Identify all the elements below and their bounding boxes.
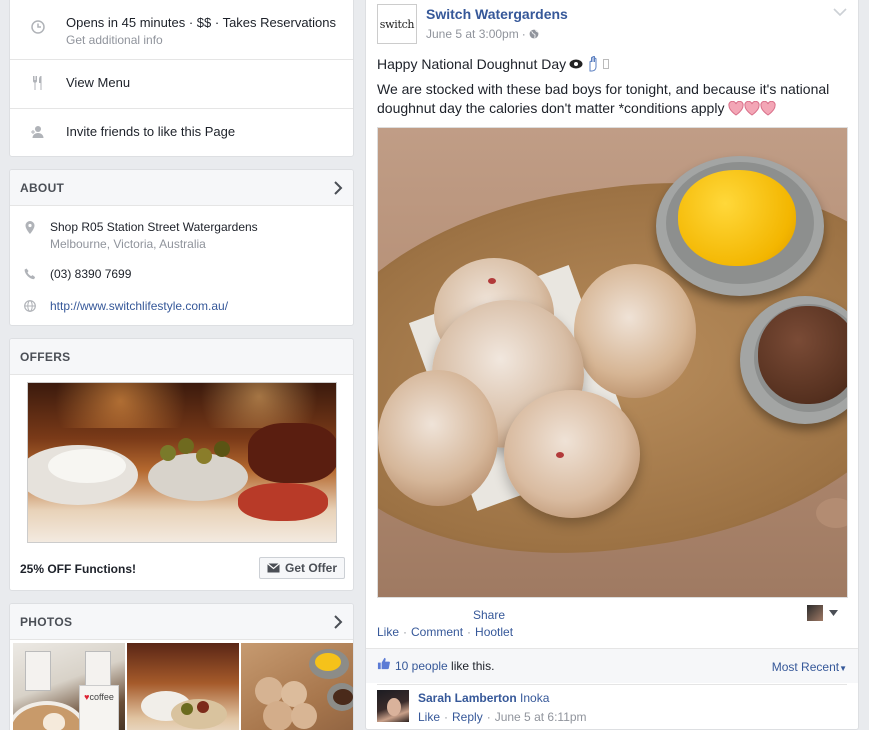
comment-tag-link[interactable]: Inoka bbox=[520, 691, 549, 705]
comment-body: Sarah Lamberton Inoka bbox=[418, 691, 549, 705]
phone-number: (03) 8390 7699 bbox=[50, 267, 132, 281]
post-photo[interactable] bbox=[377, 127, 848, 598]
about-title: ABOUT bbox=[20, 180, 65, 195]
photo-thumbnail[interactable]: ♥coffee bbox=[13, 643, 125, 730]
like-link[interactable]: Like bbox=[377, 625, 399, 639]
missing-glyph-icon bbox=[603, 59, 610, 69]
page-info-card: Opens in 45 minutes · $$ · Takes Reserva… bbox=[9, 0, 354, 157]
likes-count-link[interactable]: 10 people bbox=[395, 659, 448, 673]
sort-comments-dropdown[interactable]: Most Recent▼ bbox=[772, 660, 847, 674]
invite-friends-link[interactable]: Invite friends to like this Page bbox=[66, 124, 235, 139]
fork-knife-icon bbox=[33, 76, 42, 90]
comment-like-link[interactable]: Like bbox=[418, 710, 440, 724]
photo-thumbnail[interactable] bbox=[127, 643, 239, 730]
photos-title: PHOTOS bbox=[20, 614, 73, 629]
clock-icon bbox=[31, 20, 45, 34]
chevron-right-icon[interactable] bbox=[333, 614, 343, 629]
additional-info-link[interactable]: Get additional info bbox=[66, 33, 336, 47]
post-line-2: We are stocked with these bad boys for t… bbox=[377, 80, 847, 118]
offer-image[interactable] bbox=[27, 382, 337, 543]
caret-down-icon bbox=[829, 610, 838, 616]
post-date[interactable]: June 5 at 3:00pm bbox=[426, 27, 519, 41]
invite-row[interactable]: Invite friends to like this Page bbox=[10, 124, 353, 140]
add-friend-icon bbox=[31, 126, 44, 138]
menu-row[interactable]: View Menu bbox=[10, 75, 353, 91]
thumbs-up-icon bbox=[377, 657, 390, 670]
caret-down-icon: ▼ bbox=[839, 664, 847, 673]
eye-emoji-icon bbox=[569, 59, 583, 69]
website-row[interactable]: http://www.switchlifestyle.com.au/ bbox=[10, 299, 353, 313]
post-line-1: Happy National Doughnut Day bbox=[377, 56, 610, 72]
cup-label: ♥coffee bbox=[79, 685, 119, 730]
post-card: switch Switch Watergardens June 5 at 3:0… bbox=[365, 0, 859, 730]
about-card: ABOUT Shop R05 Station Street Watergarde… bbox=[9, 169, 354, 326]
comment-time[interactable]: June 5 at 6:11pm bbox=[495, 710, 587, 724]
offers-title: OFFERS bbox=[20, 349, 71, 364]
likes-bar: 10 people like this. Most Recent▼ bbox=[366, 649, 858, 683]
photos-header[interactable]: PHOTOS bbox=[10, 604, 353, 640]
comment-author-link[interactable]: Sarah Lamberton bbox=[418, 691, 517, 705]
map-pin-icon bbox=[25, 221, 35, 234]
hours-text: Opens in 45 minutes · $$ · Takes Reserva… bbox=[66, 15, 337, 30]
globe-icon bbox=[529, 29, 539, 39]
hours-row[interactable]: Opens in 45 minutes · $$ · Takes Reserva… bbox=[10, 15, 353, 47]
hearts-icon bbox=[728, 101, 776, 116]
phone-icon bbox=[24, 268, 36, 280]
post-line-1-text: Happy National Doughnut Day bbox=[377, 56, 567, 72]
hootlet-link[interactable]: Hootlet bbox=[475, 625, 513, 639]
offer-title: 25% OFF Functions! bbox=[20, 562, 137, 576]
likes-text-rest: like this. bbox=[447, 659, 495, 673]
comment-reply-link[interactable]: Reply bbox=[452, 710, 483, 724]
comment-link[interactable]: Comment bbox=[411, 625, 463, 639]
get-offer-label: Get Offer bbox=[285, 561, 338, 575]
website-link[interactable]: http://www.switchlifestyle.com.au/ bbox=[50, 299, 228, 313]
commenter-avatar[interactable] bbox=[377, 690, 409, 722]
about-header[interactable]: ABOUT bbox=[10, 170, 353, 206]
hand-emoji-icon bbox=[589, 56, 597, 72]
page-avatar[interactable]: switch bbox=[377, 4, 417, 44]
divider bbox=[377, 684, 847, 685]
view-menu-link[interactable]: View Menu bbox=[66, 75, 130, 90]
chevron-right-icon[interactable] bbox=[333, 180, 343, 195]
divider bbox=[10, 59, 353, 60]
phone-row: (03) 8390 7699 bbox=[10, 267, 353, 281]
address-line-2: Melbourne, Victoria, Australia bbox=[50, 237, 206, 251]
sort-label: Most Recent bbox=[771, 660, 840, 674]
globe-icon bbox=[24, 300, 36, 312]
page-name-link[interactable]: Switch Watergardens bbox=[426, 6, 568, 22]
divider bbox=[10, 108, 353, 109]
envelope-icon bbox=[267, 563, 280, 573]
likes-summary: 10 people like this. bbox=[395, 659, 494, 673]
share-link[interactable]: Share bbox=[473, 608, 505, 622]
chevron-down-icon[interactable] bbox=[833, 8, 847, 16]
get-offer-button[interactable]: Get Offer bbox=[259, 557, 346, 579]
address-row: Shop R05 Station Street Watergardens Mel… bbox=[10, 220, 353, 251]
user-avatar-small bbox=[807, 605, 823, 621]
post-as-selector[interactable] bbox=[807, 605, 838, 621]
offers-header: OFFERS bbox=[10, 339, 353, 375]
post-actions: Like · Comment · Hootlet bbox=[377, 625, 514, 639]
post-meta: June 5 at 3:00pm · bbox=[426, 27, 539, 41]
avatar-logo-text: switch bbox=[379, 17, 415, 31]
address-line-1: Shop R05 Station Street Watergardens bbox=[50, 220, 258, 234]
photos-card: PHOTOS ♥coffee bbox=[9, 603, 354, 730]
offers-card: OFFERS 25% OFF Functions! Get Offer bbox=[9, 338, 354, 591]
photo-thumbnail[interactable] bbox=[241, 643, 353, 730]
comment-actions: Like · Reply · June 5 at 6:11pm bbox=[418, 710, 587, 724]
